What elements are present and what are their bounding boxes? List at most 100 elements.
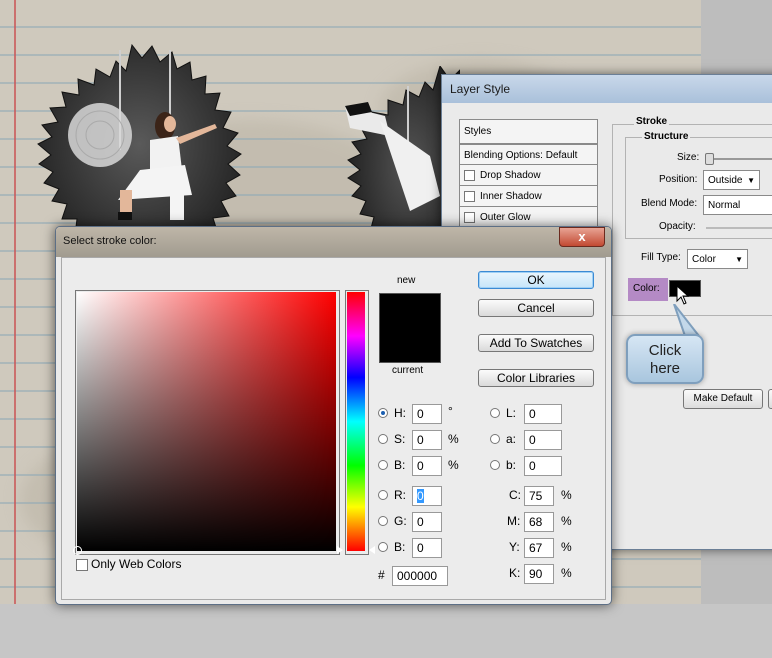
reset-default-button[interactable] bbox=[768, 389, 772, 409]
picker-body: Only Web Colors new current OK Cancel Ad… bbox=[61, 257, 606, 600]
blending-options-item[interactable]: Blending Options: Default bbox=[459, 143, 598, 164]
brightness-label: B: bbox=[394, 458, 406, 472]
dialog-titlebar[interactable]: Select stroke color: x bbox=[56, 227, 611, 257]
chevron-down-icon: ▼ bbox=[747, 176, 755, 185]
color-libraries-button[interactable]: Color Libraries bbox=[478, 369, 594, 387]
inner-shadow-item[interactable]: Inner Shadow bbox=[459, 185, 598, 206]
hue-radio[interactable] bbox=[378, 408, 388, 418]
inner-shadow-checkbox[interactable] bbox=[464, 190, 475, 202]
styles-list-header[interactable]: Styles bbox=[459, 119, 598, 143]
fill-type-value: Color bbox=[692, 254, 716, 265]
magenta-value: 68 bbox=[529, 515, 543, 529]
color-field-marker[interactable] bbox=[73, 546, 82, 555]
lab-b-input[interactable]: 0 bbox=[524, 456, 562, 476]
hex-input[interactable]: 000000 bbox=[392, 566, 448, 586]
close-button[interactable]: x bbox=[559, 227, 605, 247]
lab-l-value: 0 bbox=[529, 407, 536, 421]
color-picker-dialog: Select stroke color: x Only Web Colors n… bbox=[55, 226, 612, 605]
saturation-label: S: bbox=[394, 432, 406, 446]
red-input[interactable]: 0 bbox=[412, 486, 442, 506]
green-radio[interactable] bbox=[378, 516, 388, 526]
size-slider-track[interactable] bbox=[706, 158, 772, 160]
saturation-input[interactable]: 0 bbox=[412, 430, 442, 450]
position-select[interactable]: Outside ▼ bbox=[703, 170, 760, 190]
green-value: 0 bbox=[417, 515, 424, 529]
black-label: K: bbox=[509, 566, 521, 580]
hue-input[interactable]: 0 bbox=[412, 404, 442, 424]
cyan-input[interactable]: 75 bbox=[524, 486, 554, 506]
color-label: Color: bbox=[628, 278, 668, 301]
new-current-swatch bbox=[379, 293, 441, 363]
black-value: 90 bbox=[529, 567, 543, 581]
red-radio[interactable] bbox=[378, 490, 388, 500]
dialog-title: Select stroke color: bbox=[63, 235, 157, 247]
hue-label: H: bbox=[394, 406, 406, 420]
callout-text-line1: Click bbox=[648, 342, 682, 359]
blue-radio[interactable] bbox=[378, 542, 388, 552]
saturation-unit: % bbox=[448, 432, 459, 446]
current-color-label: current bbox=[392, 365, 424, 376]
saturation-radio[interactable] bbox=[378, 434, 388, 444]
close-icon: x bbox=[578, 229, 586, 244]
lab-b-value: 0 bbox=[529, 459, 536, 473]
magenta-label: M: bbox=[507, 514, 521, 528]
stroke-section-title: Stroke bbox=[634, 116, 670, 127]
dialog-title: Layer Style bbox=[442, 75, 772, 103]
drop-shadow-label: Drop Shadow bbox=[480, 170, 541, 181]
outer-glow-checkbox[interactable] bbox=[464, 211, 475, 223]
blend-mode-value: Normal bbox=[708, 200, 741, 211]
drop-shadow-item[interactable]: Drop Shadow bbox=[459, 164, 598, 185]
lab-b-label: b: bbox=[506, 458, 517, 472]
cancel-button[interactable]: Cancel bbox=[478, 299, 594, 317]
outer-glow-label: Outer Glow bbox=[480, 212, 531, 223]
green-label: G: bbox=[394, 514, 407, 528]
lab-b-radio[interactable] bbox=[490, 460, 500, 470]
position-value: Outside bbox=[708, 175, 743, 186]
fill-type-select[interactable]: Color ▼ bbox=[687, 249, 748, 269]
add-to-swatches-button[interactable]: Add To Swatches bbox=[478, 334, 594, 352]
click-here-callout: Click here bbox=[626, 334, 704, 384]
lab-a-value: 0 bbox=[529, 433, 536, 447]
magenta-input[interactable]: 68 bbox=[524, 512, 554, 532]
lab-l-radio[interactable] bbox=[490, 408, 500, 418]
yellow-value: 67 bbox=[529, 541, 543, 555]
cyan-unit: % bbox=[561, 488, 572, 502]
cyan-label: C: bbox=[509, 488, 521, 502]
mouse-cursor-icon bbox=[676, 285, 690, 305]
red-value: 0 bbox=[417, 489, 424, 503]
inner-shadow-label: Inner Shadow bbox=[480, 191, 542, 202]
structure-section-title: Structure bbox=[642, 131, 691, 142]
workspace-background bbox=[0, 604, 772, 658]
drop-shadow-checkbox[interactable] bbox=[464, 169, 475, 181]
lab-a-radio[interactable] bbox=[490, 434, 500, 444]
callout-text-line2: here bbox=[649, 360, 681, 377]
color-field[interactable] bbox=[77, 292, 336, 551]
blue-input[interactable]: 0 bbox=[412, 538, 442, 558]
only-web-colors-checkbox[interactable] bbox=[76, 559, 88, 571]
size-slider-thumb[interactable] bbox=[705, 153, 714, 165]
hue-slider-left-arrow[interactable] bbox=[337, 546, 343, 554]
outer-glow-item[interactable]: Outer Glow bbox=[459, 206, 598, 227]
chevron-down-icon: ▼ bbox=[735, 255, 743, 264]
make-default-button[interactable]: Make Default bbox=[683, 389, 763, 409]
lab-l-input[interactable]: 0 bbox=[524, 404, 562, 424]
blend-mode-select[interactable]: Normal bbox=[703, 195, 772, 215]
brightness-input[interactable]: 0 bbox=[412, 456, 442, 476]
red-label: R: bbox=[394, 488, 406, 502]
ok-button[interactable]: OK bbox=[478, 271, 594, 289]
hue-value: 0 bbox=[417, 407, 424, 421]
fill-type-label: Fill Type: bbox=[641, 252, 681, 263]
magenta-unit: % bbox=[561, 514, 572, 528]
hue-slider-right-arrow[interactable] bbox=[369, 546, 375, 554]
yellow-input[interactable]: 67 bbox=[524, 538, 554, 558]
callout-pointer bbox=[673, 304, 702, 337]
hue-slider[interactable] bbox=[347, 292, 365, 551]
lab-a-input[interactable]: 0 bbox=[524, 430, 562, 450]
green-input[interactable]: 0 bbox=[412, 512, 442, 532]
brightness-radio[interactable] bbox=[378, 460, 388, 470]
opacity-slider-track[interactable] bbox=[706, 227, 772, 229]
size-label: Size: bbox=[677, 152, 700, 163]
opacity-label: Opacity: bbox=[659, 221, 696, 232]
black-input[interactable]: 90 bbox=[524, 564, 554, 584]
hue-unit: ° bbox=[448, 404, 453, 418]
